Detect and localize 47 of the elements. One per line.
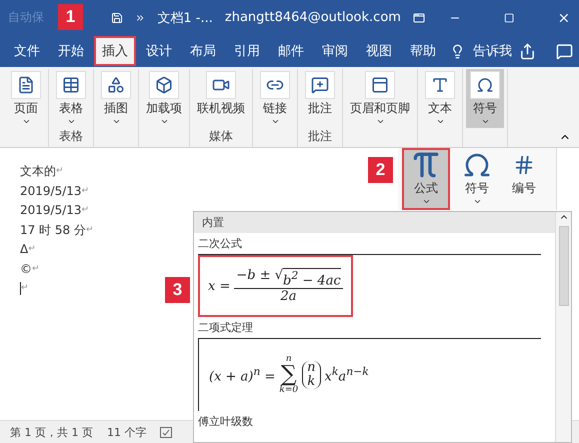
- gallery-header: 内置: [194, 212, 555, 233]
- section-title: 二次公式: [197, 236, 243, 252]
- ribbon-button[interactable]: 符号: [466, 69, 504, 128]
- symbol-button[interactable]: 符号: [454, 148, 500, 210]
- ribbon-tab[interactable]: 邮件: [270, 36, 312, 66]
- ribbon-tab[interactable]: 布局: [182, 36, 224, 66]
- ribbon-tab[interactable]: 开始: [50, 36, 92, 66]
- ribbon-tab[interactable]: 视图: [358, 36, 400, 66]
- document-line: ©↵: [20, 260, 40, 278]
- account-name: zhangtt8464@outlook.com: [224, 10, 401, 25]
- ribbon-tab[interactable]: 插入: [94, 36, 136, 66]
- ribbon-tab[interactable]: 帮助: [402, 36, 444, 66]
- group-label: 媒体: [209, 128, 233, 145]
- document-line: 2019/5/13↵: [20, 182, 90, 200]
- group-label: 批注: [308, 128, 332, 145]
- page-count: 第 1 页，共 1 页: [10, 424, 93, 440]
- ribbon-tab[interactable]: 审阅: [314, 36, 356, 66]
- ribbon-button[interactable]: 联机视频: [193, 69, 249, 117]
- word-count: 11 个字: [106, 424, 146, 440]
- document-line: 2019/5/13↵: [20, 202, 90, 219]
- symbol-button[interactable]: 公式: [402, 148, 450, 210]
- autosave-label: 自动保: [8, 9, 44, 26]
- document-line: 17 时 58 分↵: [20, 222, 94, 238]
- tell-me-link[interactable]: 告诉我: [473, 42, 512, 60]
- ribbon-button[interactable]: 链接: [256, 69, 294, 128]
- group-label: 表格: [59, 128, 83, 145]
- step-badge: 2: [368, 157, 393, 183]
- ribbon-button[interactable]: 页面: [7, 69, 45, 128]
- document-line: 文本的↵: [20, 163, 64, 180]
- window-title: 文档1 -...: [157, 10, 213, 26]
- quadratic-formula[interactable]: x = −b ± √b$^{2}$ − 4ac 2a: [198, 255, 353, 317]
- step-badge: 3: [165, 277, 190, 303]
- section-title: 傅立叶级数: [197, 414, 254, 430]
- ribbon-button[interactable]: 页眉和页脚: [346, 69, 414, 128]
- ribbon-tab[interactable]: 引用: [226, 36, 268, 66]
- symbol-button[interactable]: 编号: [504, 148, 544, 210]
- ribbon-tab[interactable]: 设计: [138, 36, 180, 66]
- text-cursor-line: ↵: [20, 279, 29, 298]
- ribbon-tab[interactable]: 文件: [6, 36, 48, 66]
- ribbon-button[interactable]: 插图: [97, 69, 135, 128]
- ribbon-button[interactable]: 文本: [421, 69, 459, 128]
- ribbon-button[interactable]: 批注: [301, 69, 339, 117]
- document-line: Δ↵: [20, 241, 36, 258]
- ribbon-button[interactable]: 加载项: [142, 69, 186, 128]
- section-title: 二项式定理: [197, 320, 254, 336]
- ribbon-button[interactable]: 表格: [52, 69, 90, 128]
- step-badge: 1: [58, 4, 83, 30]
